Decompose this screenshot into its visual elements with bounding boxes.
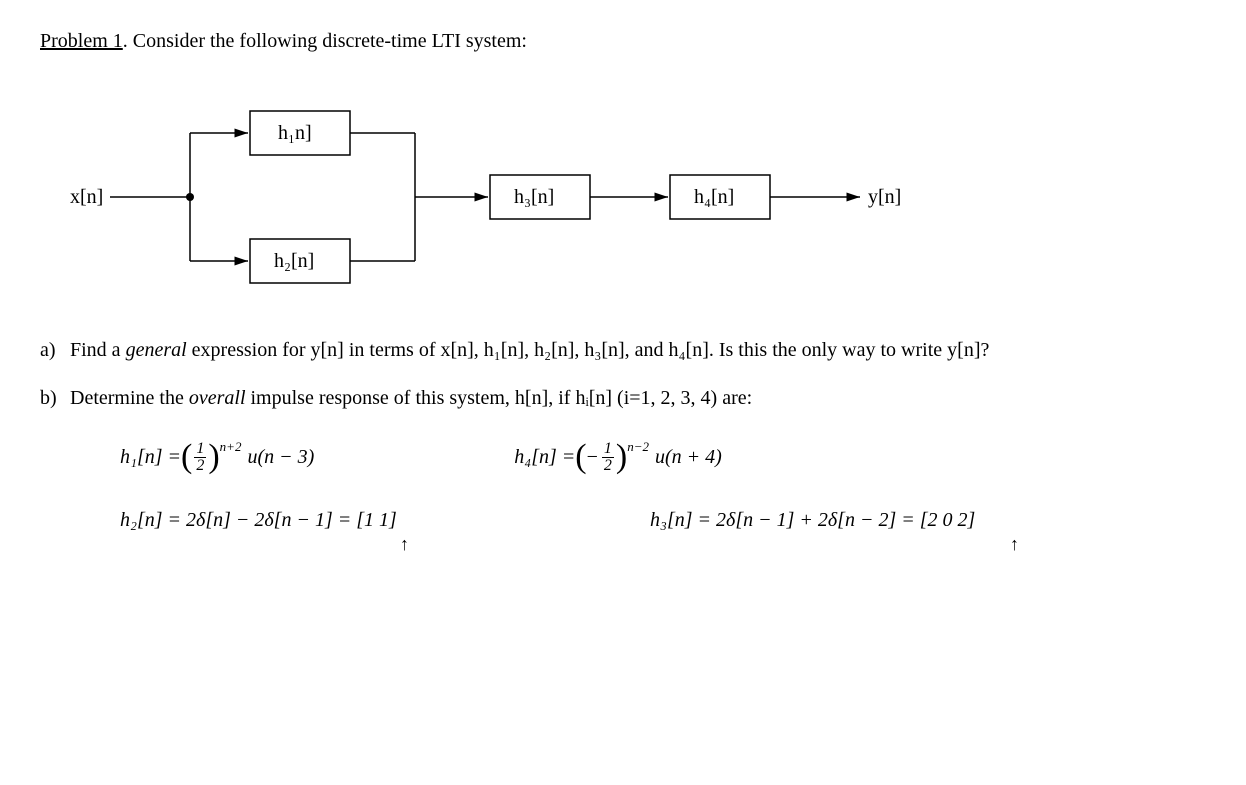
block-diagram: x[n] h₁n] h₂[n] h₃[n] h₄[n] y[n] [70,93,1206,299]
part-a-text-2: expression for y[n] in terms of x[n], h₁… [187,339,990,361]
part-a: a) Find a general expression for y[n] in… [40,339,1206,362]
h4-lhs: h₄[n] = [514,446,575,469]
part-a-content: Find a general expression for y[n] in te… [70,339,1206,362]
h3-full: h₃[n] = 2δ[n − 1] + 2δ[n − 2] = [2 0 2] [650,509,975,532]
h4-exponent: n−2 [627,439,649,455]
part-a-text-1: Find a [70,339,126,361]
title-rest: . Consider the following discrete-time L… [123,30,527,52]
equation-row-2: h₂[n] = 2δ[n] − 2δ[n − 1] = [1 1] ↑ h₃[n… [120,509,1206,555]
h3-arrow: ↑ [650,534,1019,555]
equation-row-1: h₁[n] = ( 12 ) n+2 u(n − 3) h₄[n] = ( − … [120,440,1206,474]
h2-equation: h₂[n] = 2δ[n] − 2δ[n − 1] = [1 1] [120,509,460,532]
rparen-icon: ) [208,440,219,474]
h1-lhs: h₁[n] = [120,446,181,469]
part-b-text-italic: overall [189,387,246,409]
title-label: Problem 1 [40,30,123,52]
h2-arrow: ↑ [120,534,460,555]
part-b-text-2: impulse response of this system, h[n], i… [246,387,753,409]
fraction-half: 12 [602,441,614,474]
rparen-icon: ) [616,440,627,474]
h3-equation: h₃[n] = 2δ[n − 1] + 2δ[n − 2] = [2 0 2] [650,509,1019,532]
h3-equation-wrap: h₃[n] = 2δ[n − 1] + 2δ[n − 2] = [2 0 2] … [650,509,1019,555]
part-b-label: b) [40,387,70,410]
part-a-text-italic: general [126,339,187,361]
neg-sign: − [587,446,598,469]
h4-rhs: u(n + 4) [655,446,722,469]
part-b-content: Determine the overall impulse response o… [70,387,1206,410]
part-a-label: a) [40,339,70,362]
output-label: y[n] [868,186,901,208]
h1-rhs: u(n − 3) [247,446,314,469]
h4-block-label: h₄[n] [694,186,734,208]
lparen-icon: ( [575,440,586,474]
problem-title: Problem 1. Consider the following discre… [40,30,1206,53]
h1-block-label: h₁n] [278,122,312,144]
h3-block-label: h₃[n] [514,186,554,208]
diagram-svg: x[n] h₁n] h₂[n] h₃[n] h₄[n] y[n] [70,93,970,293]
h2-full: h₂[n] = 2δ[n] − 2δ[n − 1] = [1 1] [120,509,397,532]
part-b-text-1: Determine the [70,387,189,409]
input-label: x[n] [70,186,103,208]
lparen-icon: ( [181,440,192,474]
fraction-half: 12 [194,441,206,474]
h2-equation-wrap: h₂[n] = 2δ[n] − 2δ[n − 1] = [1 1] ↑ [120,509,460,555]
part-b: b) Determine the overall impulse respons… [40,387,1206,410]
h2-block-label: h₂[n] [274,250,314,272]
h1-exponent: n+2 [220,439,242,455]
h1-equation: h₁[n] = ( 12 ) n+2 u(n − 3) [120,440,314,474]
h4-equation: h₄[n] = ( − 12 ) n−2 u(n + 4) [514,440,722,474]
